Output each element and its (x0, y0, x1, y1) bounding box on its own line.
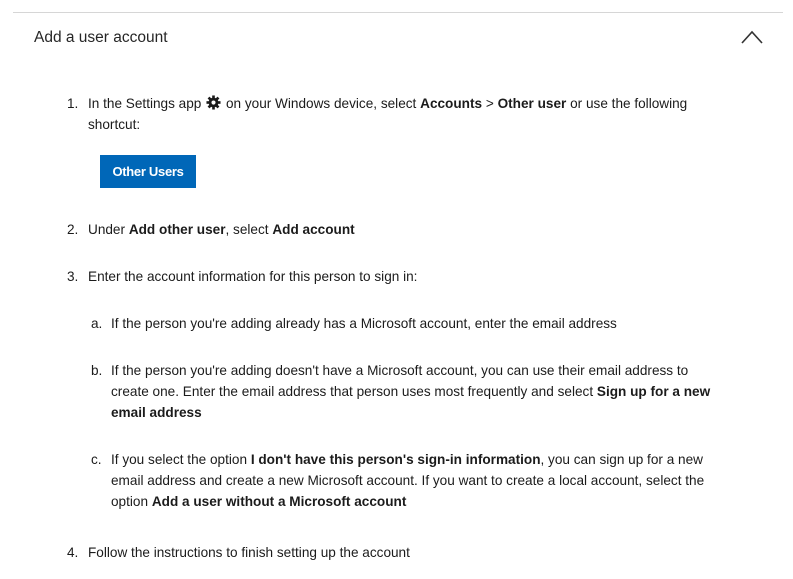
step-1-text-a: In the Settings app (88, 96, 202, 111)
substep-text: If the person you're adding already has … (111, 316, 617, 331)
path-separator: > (485, 96, 494, 111)
step-number: 1. (67, 96, 79, 111)
accounts-label: Accounts (420, 96, 483, 111)
step-text: In the Settings app on your Windows devi… (88, 93, 708, 135)
substep-letter: b. (91, 363, 103, 378)
step-number: 3. (67, 269, 79, 284)
substep-text: If the person you're adding doesn't have… (111, 360, 711, 423)
settings-gear-icon (206, 95, 221, 110)
step-number: 4. (67, 545, 79, 560)
substep-letter: a. (91, 316, 103, 331)
chevron-up-icon[interactable] (741, 30, 763, 44)
no-sign-in-info-label: I don't have this person's sign-in infor… (250, 452, 541, 467)
step-text: Enter the account information for this p… (88, 269, 418, 284)
add-account-label: Add account (272, 222, 355, 237)
page: Add a user account 1. In the Settings ap… (0, 0, 793, 579)
add-user-without-ms-account-label: Add a user without a Microsoft account (151, 494, 407, 509)
step-text: Under Add other user, select Add account (88, 219, 708, 240)
accordion-title: Add a user account (34, 29, 168, 46)
accordion-header-add-user-account[interactable]: Add a user account (13, 13, 783, 63)
step-3c-text-a: If you select the option (111, 452, 248, 467)
add-other-user-label: Add other user (128, 222, 226, 237)
step-text: Follow the instructions to finish settin… (88, 545, 410, 560)
step-number: 2. (67, 222, 79, 237)
step-2-text-a: Under (88, 222, 126, 237)
other-user-label: Other user (497, 96, 567, 111)
substep-text: If you select the option I don't have th… (111, 449, 711, 512)
step-2-text-b: , select (225, 222, 269, 237)
step-1-text-b: on your Windows device, select (225, 96, 417, 111)
other-users-button[interactable]: Other Users (100, 155, 196, 188)
substep-letter: c. (91, 452, 102, 467)
